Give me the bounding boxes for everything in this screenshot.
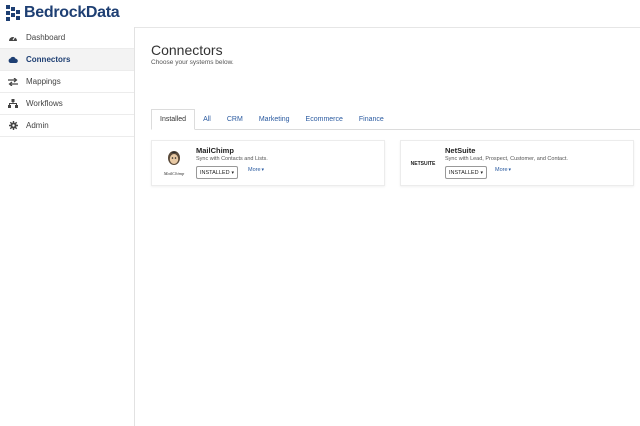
sitemap-icon <box>8 99 18 109</box>
bedrock-logo-icon <box>6 4 20 22</box>
top-bar: BedrockData <box>0 0 640 28</box>
connector-description: Sync with Lead, Prospect, Customer, and … <box>445 156 568 162</box>
more-link[interactable]: More▾ <box>248 167 264 173</box>
brand-logo[interactable]: BedrockData <box>6 4 120 22</box>
tab-crm[interactable]: CRM <box>219 109 251 129</box>
sidebar-item-label: Admin <box>26 121 49 130</box>
caret-down-icon: ▾ <box>261 167 265 173</box>
caret-down-icon: ▾ <box>480 169 484 176</box>
netsuite-logo: NETSUITE <box>409 148 437 178</box>
sidebar: Dashboard Connectors Mappings Workflows … <box>0 27 135 426</box>
tab-ecommerce[interactable]: Ecommerce <box>298 109 351 129</box>
page-title: Connectors <box>151 42 223 58</box>
installed-dropdown-button[interactable]: INSTALLED ▾ <box>196 166 239 179</box>
connector-name: MailChimp <box>196 146 234 155</box>
installed-dropdown-button[interactable]: INSTALLED ▾ <box>445 166 488 179</box>
sidebar-item-label: Dashboard <box>26 33 66 42</box>
caret-down-icon: ▾ <box>231 169 235 176</box>
mailchimp-wordmark: MailChimp <box>163 171 185 176</box>
sidebar-item-label: Connectors <box>26 55 71 64</box>
mailchimp-logo: MailChimp <box>160 148 188 178</box>
connector-tabs: Installed All CRM Marketing Ecommerce Fi… <box>151 109 640 130</box>
status-label: INSTALLED <box>200 169 230 176</box>
page-subtitle: Choose your systems below. <box>151 59 234 66</box>
connector-description: Sync with Contacts and Lists. <box>196 156 268 162</box>
netsuite-logo-icon: NETSUITE <box>411 161 436 167</box>
main-content: Connectors Choose your systems below. In… <box>135 27 640 426</box>
status-label: INSTALLED <box>449 169 479 176</box>
more-link[interactable]: More▾ <box>495 167 511 173</box>
connector-card-mailchimp: MailChimp MailChimp Sync with Contacts a… <box>151 140 385 186</box>
netsuite-wordmark: NETSUITE <box>411 161 436 167</box>
connector-name: NetSuite <box>445 146 476 155</box>
mailchimp-logo-icon: MailChimp <box>163 151 185 176</box>
brand-name: BedrockData <box>24 4 120 21</box>
sidebar-item-label: Mappings <box>26 77 61 86</box>
sidebar-item-connectors[interactable]: Connectors <box>0 49 134 71</box>
tab-finance[interactable]: Finance <box>351 109 392 129</box>
tab-all[interactable]: All <box>195 109 219 129</box>
tab-marketing[interactable]: Marketing <box>251 109 298 129</box>
caret-down-icon: ▾ <box>508 167 512 173</box>
dashboard-icon <box>8 33 18 43</box>
cloud-icon <box>8 55 18 65</box>
sidebar-item-admin[interactable]: Admin <box>0 115 134 137</box>
sidebar-item-mappings[interactable]: Mappings <box>0 71 134 93</box>
sidebar-item-workflows[interactable]: Workflows <box>0 93 134 115</box>
exchange-icon <box>8 77 18 87</box>
tab-installed[interactable]: Installed <box>151 109 196 130</box>
sidebar-item-dashboard[interactable]: Dashboard <box>0 27 134 49</box>
gear-icon <box>8 121 18 131</box>
connector-card-netsuite: NETSUITE NetSuite Sync with Lead, Prospe… <box>400 140 634 186</box>
sidebar-item-label: Workflows <box>26 99 63 108</box>
